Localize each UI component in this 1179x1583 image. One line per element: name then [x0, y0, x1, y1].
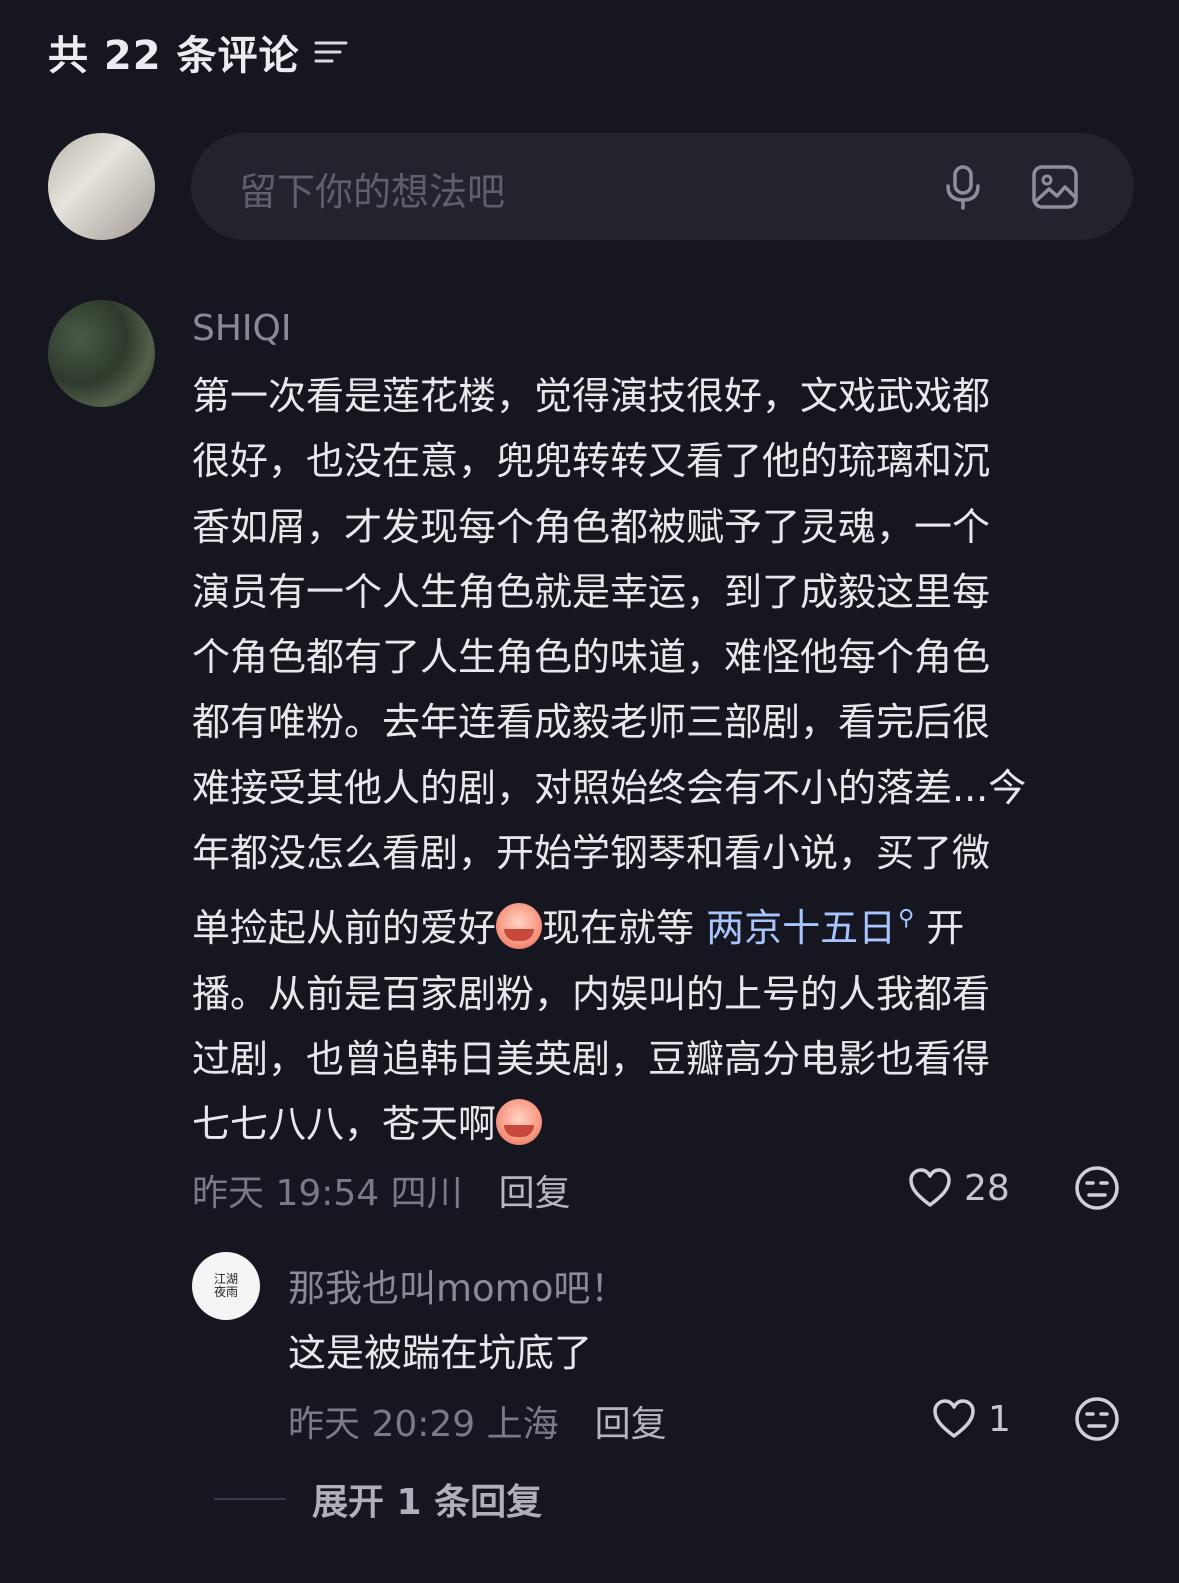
- comment-line: 播。从前是百家剧粉，内娱叫的上号的人我都看: [192, 971, 991, 1016]
- comment-meta: 昨天 19:54 四川 回复: [192, 1164, 571, 1216]
- sort-icon[interactable]: [314, 38, 348, 66]
- dislike-face-icon[interactable]: [1073, 1395, 1121, 1443]
- expand-replies-button[interactable]: 展开 1 条回复: [214, 1473, 542, 1525]
- comment-fragment: 单捡起从前的爱好: [192, 906, 497, 951]
- comment-line: 单捡起从前的爱好 现在就等 两京十五日⚲ 开: [192, 886, 1122, 961]
- comment-input-placeholder: 留下你的想法吧: [239, 170, 506, 214]
- like-button[interactable]: 28: [906, 1164, 1010, 1212]
- comment-line: 年都没怎么看剧，开始学钢琴和看小说，买了微: [192, 831, 991, 876]
- crying-face-emoji-icon: [496, 903, 543, 950]
- comment-line: 演员有一个人生角色就是幸运，到了成毅这里每: [192, 569, 991, 614]
- comment-fragment: 七七八八，苍天啊: [192, 1102, 497, 1147]
- search-link-icon: ⚲: [898, 906, 915, 932]
- comment-fragment: 现在就等: [542, 906, 695, 951]
- expand-replies-label[interactable]: 展开 1 条回复: [312, 1473, 542, 1525]
- reply-button[interactable]: 回复: [499, 1164, 571, 1216]
- comment-line: 难接受其他人的剧，对照始终会有不小的落差...今: [192, 765, 1027, 810]
- comment-line: 香如屑，才发现每个角色都被赋予了灵魂，一个: [192, 504, 991, 549]
- heart-icon[interactable]: [906, 1164, 954, 1212]
- reply-avatar[interactable]: 江湖 夜雨: [192, 1252, 260, 1320]
- reply-to-reply-button[interactable]: 回复: [595, 1395, 667, 1447]
- comment-line: 第一次看是莲花楼，觉得演技很好，文戏武戏都: [192, 374, 991, 418]
- comment-line: 七七八八，苍天啊: [192, 1092, 1122, 1157]
- reply-avatar-calligraphy: 江湖 夜雨: [213, 1272, 238, 1299]
- reply-text: 这是被踹在坑底了: [288, 1331, 593, 1375]
- reply-like-button[interactable]: 1: [930, 1395, 1011, 1443]
- comments-header: 共 22 条评论: [48, 26, 348, 79]
- my-avatar[interactable]: [48, 133, 155, 240]
- comment-line: 都有唯粉。去年连看成毅老师三部剧，看完后很: [192, 700, 991, 745]
- comment-time-location: 昨天 19:54 四川: [192, 1173, 463, 1214]
- heart-icon[interactable]: [930, 1395, 978, 1443]
- comment-text: 第一次看是莲花楼，觉得演技很好，文戏武戏都 很好，也没在意，兜兜转转又看了他的琉…: [192, 364, 1122, 1158]
- microphone-icon[interactable]: [937, 161, 989, 213]
- comment-line: 很好，也没在意，兜兜转转又看了他的琉璃和沉: [192, 439, 991, 484]
- image-icon[interactable]: [1029, 161, 1081, 213]
- reply-like-count: 1: [988, 1398, 1011, 1440]
- drama-search-link[interactable]: 两京十五日: [706, 906, 896, 950]
- comment-input[interactable]: 留下你的想法吧: [191, 133, 1134, 240]
- commenter-avatar[interactable]: [48, 300, 155, 407]
- comment-line: 个角色都有了人生角色的味道，难怪他每个角色: [192, 635, 991, 680]
- comment-fragment: 开: [926, 906, 965, 951]
- expand-divider: [214, 1498, 286, 1500]
- comment-username[interactable]: SHIQI: [192, 308, 292, 349]
- reply-username[interactable]: 那我也叫momo吧！: [288, 1258, 627, 1312]
- comment-count-title: 共 22 条评论: [48, 33, 300, 79]
- like-count: 28: [964, 1167, 1010, 1209]
- dislike-face-icon[interactable]: [1073, 1164, 1121, 1212]
- comment-line: 过剧，也曾追韩日美英剧，豆瓣高分电影也看得: [192, 1036, 991, 1081]
- crying-face-emoji-icon: [496, 1099, 543, 1146]
- reply-time-location: 昨天 20:29 上海: [288, 1404, 559, 1445]
- reply-meta: 昨天 20:29 上海 回复: [288, 1395, 667, 1447]
